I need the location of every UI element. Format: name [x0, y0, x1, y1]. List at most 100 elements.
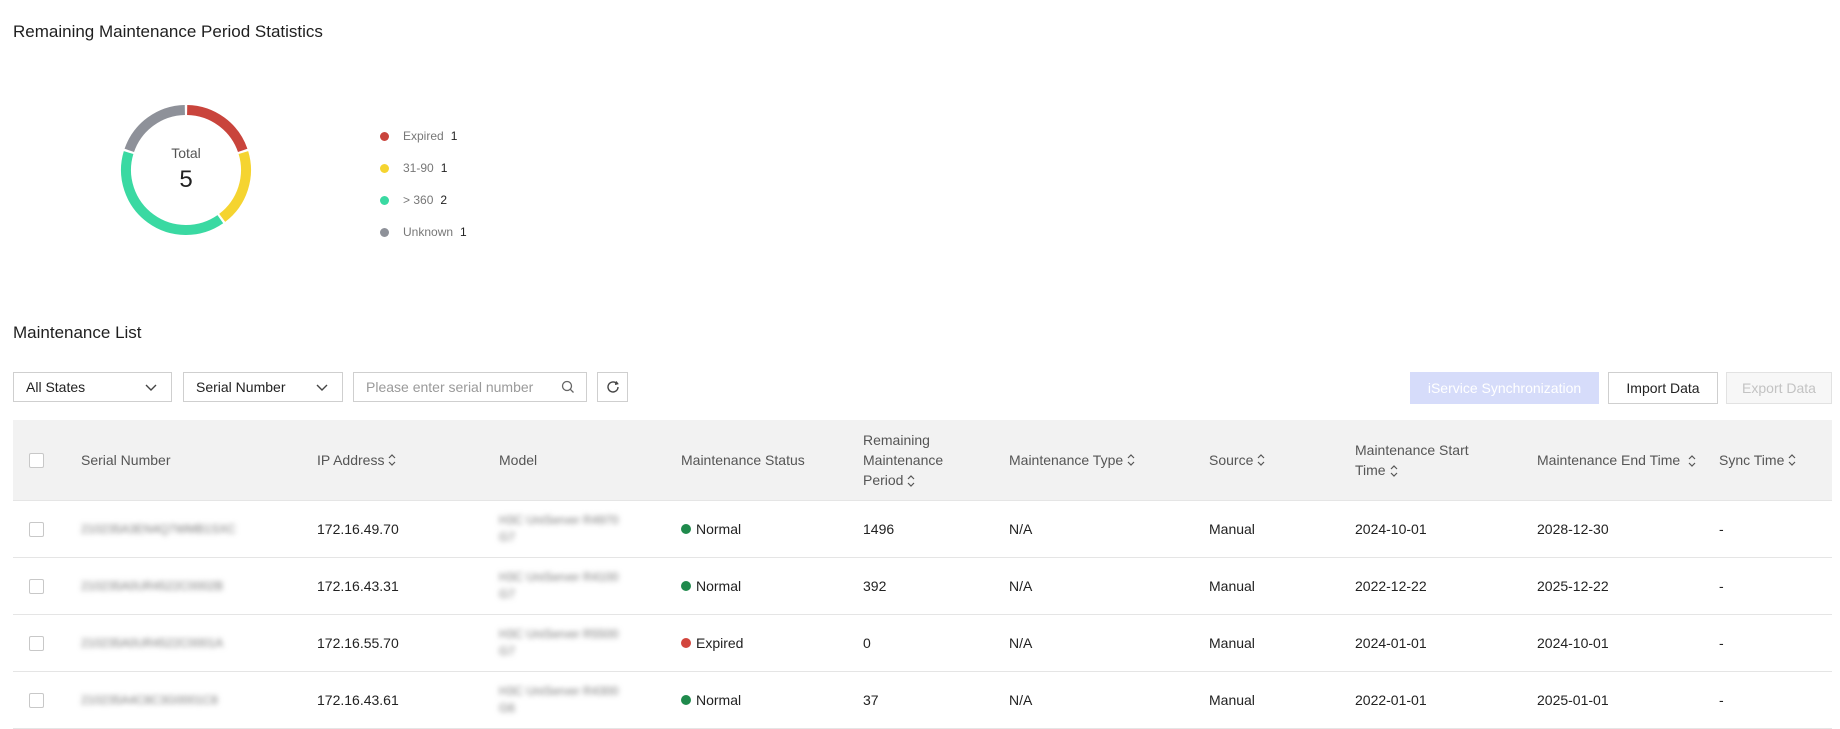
list-section-title: Maintenance List	[13, 323, 142, 342]
row-checkbox[interactable]	[29, 521, 44, 537]
status-dot	[681, 638, 691, 648]
legend-label: Expired	[403, 129, 444, 143]
source-cell: Manual	[1209, 521, 1255, 537]
sort-icon	[1390, 465, 1398, 478]
col-label: Sync Time	[1719, 452, 1785, 468]
ip-address-cell: 172.16.43.31	[317, 578, 399, 594]
status-text: Normal	[696, 521, 742, 537]
legend-item-31-90[interactable]: 31-90 1	[380, 152, 467, 184]
start-time-cell: 2022-01-01	[1355, 692, 1427, 708]
sort-icon	[1127, 454, 1135, 466]
legend-label: > 360	[403, 193, 434, 207]
search-field-select[interactable]: Serial Number	[183, 372, 343, 402]
status-text: Normal	[696, 692, 742, 708]
ip-address-cell: 172.16.55.70	[317, 635, 399, 651]
model-cell: H3C UniServer R5500 G7	[499, 615, 618, 671]
legend-count: 2	[440, 193, 448, 207]
table-row[interactable]: 210235A0UR4522C0001A 172.16.55.70 H3C Un…	[13, 615, 1832, 672]
row-checkbox[interactable]	[29, 578, 44, 594]
select-all-cell	[29, 420, 44, 500]
export-data-button[interactable]: Export Data	[1726, 372, 1832, 404]
select-all-checkbox[interactable]	[29, 452, 44, 468]
legend-dot-expired	[380, 131, 389, 141]
legend-count: 1	[440, 161, 448, 175]
status-dot	[681, 581, 691, 591]
start-time-cell: 2024-10-01	[1355, 521, 1427, 537]
legend-count: 1	[460, 225, 467, 239]
col-remaining-period[interactable]: Remaining Maintenance Period	[863, 420, 963, 500]
model-line: H3C UniServer R4970	[499, 513, 619, 527]
start-time-cell: 2024-01-01	[1355, 635, 1427, 651]
sync-time-cell: -	[1719, 635, 1724, 651]
refresh-icon	[606, 381, 619, 393]
model-line: G7	[499, 644, 516, 658]
col-start-time[interactable]: Maintenance Start Time	[1355, 420, 1495, 500]
status-text: Expired	[696, 635, 744, 651]
search-icon[interactable]	[560, 379, 576, 395]
legend-count: 1	[450, 129, 458, 143]
serial-number-cell: 210235A3EN4Q7WMB1SXC	[81, 521, 236, 536]
col-label: Maintenance Status	[681, 452, 805, 468]
sync-time-cell: -	[1719, 578, 1724, 594]
refresh-button[interactable]	[597, 372, 628, 402]
col-label-remaining: Remaining Maintenance Period	[863, 430, 963, 490]
iservice-sync-button[interactable]: iService Synchronization	[1410, 372, 1599, 404]
maintenance-table: Serial Number IP Address Model Maintenan…	[13, 420, 1832, 729]
legend-item-over-360[interactable]: > 360 2	[380, 184, 467, 216]
col-ip-address[interactable]: IP Address	[317, 420, 477, 500]
source-cell: Manual	[1209, 578, 1255, 594]
table-row[interactable]: 210235A4C8C3G0001C8 172.16.43.61 H3C Uni…	[13, 672, 1832, 729]
legend-label: 31-90	[403, 161, 434, 175]
status-cell: Normal	[681, 558, 741, 614]
serial-search-input[interactable]	[366, 379, 556, 395]
end-time-cell: 2024-10-01	[1537, 635, 1609, 651]
chart-legend: Expired 1 31-90 1 > 360 2 Unknown 1	[380, 120, 467, 248]
legend-dot-unknown	[380, 227, 389, 237]
status-cell: Normal	[681, 501, 741, 557]
row-select-cell	[29, 615, 44, 671]
col-label: Model	[499, 452, 538, 468]
sort-icon	[1688, 455, 1696, 468]
table-row[interactable]: 210235A0UR4522C0002B 172.16.43.31 H3C Un…	[13, 558, 1832, 615]
model-line: G7	[499, 587, 516, 601]
col-label: IP Address	[317, 452, 385, 468]
state-filter-select[interactable]: All States	[13, 372, 172, 402]
maintenance-type-cell: N/A	[1009, 692, 1033, 708]
model-line: H3C UniServer R4300	[499, 684, 619, 698]
status-cell: Expired	[681, 615, 743, 671]
sort-icon	[389, 454, 396, 466]
legend-item-unknown[interactable]: Unknown 1	[380, 216, 467, 248]
serial-search-box	[353, 372, 587, 402]
col-end-time[interactable]: Maintenance End Time	[1537, 420, 1702, 500]
donut-total-label: Total	[171, 145, 201, 161]
legend-item-expired[interactable]: Expired 1	[380, 120, 467, 152]
col-maintenance-type[interactable]: Maintenance Type	[1009, 420, 1169, 500]
col-label-start: Maintenance Start Time	[1355, 440, 1495, 480]
serial-number-cell: 210235A0UR4522C0001A	[81, 635, 224, 650]
model-cell: H3C UniServer R4100 G7	[499, 558, 618, 614]
serial-number-cell: 210235A0UR4522C0002B	[81, 578, 224, 593]
legend-dot-over-360	[380, 195, 389, 205]
end-time-cell: 2025-12-22	[1537, 578, 1609, 594]
table-header: Serial Number IP Address Model Maintenan…	[13, 420, 1832, 501]
stats-section-title: Remaining Maintenance Period Statistics	[13, 22, 323, 41]
row-select-cell	[29, 501, 44, 557]
source-cell: Manual	[1209, 635, 1255, 651]
legend-label: Unknown	[403, 225, 454, 239]
state-filter-value: All States	[26, 379, 86, 395]
col-source[interactable]: Source	[1209, 420, 1329, 500]
row-checkbox[interactable]	[29, 635, 44, 651]
model-line: H3C UniServer R4100	[499, 570, 619, 584]
col-sync-time[interactable]: Sync Time	[1719, 420, 1829, 500]
status-text: Normal	[696, 578, 742, 594]
table-row[interactable]: 210235A3EN4Q7WMB1SXC 172.16.49.70 H3C Un…	[13, 501, 1832, 558]
source-cell: Manual	[1209, 692, 1255, 708]
col-label: Source	[1209, 452, 1254, 468]
row-checkbox[interactable]	[29, 692, 44, 708]
ip-address-cell: 172.16.43.61	[317, 692, 399, 708]
ip-address-cell: 172.16.49.70	[317, 521, 399, 537]
sync-time-cell: -	[1719, 692, 1724, 708]
col-label: Serial Number	[81, 452, 171, 468]
import-data-button[interactable]: Import Data	[1608, 372, 1718, 404]
col-label-end: Maintenance End Time	[1537, 450, 1697, 470]
